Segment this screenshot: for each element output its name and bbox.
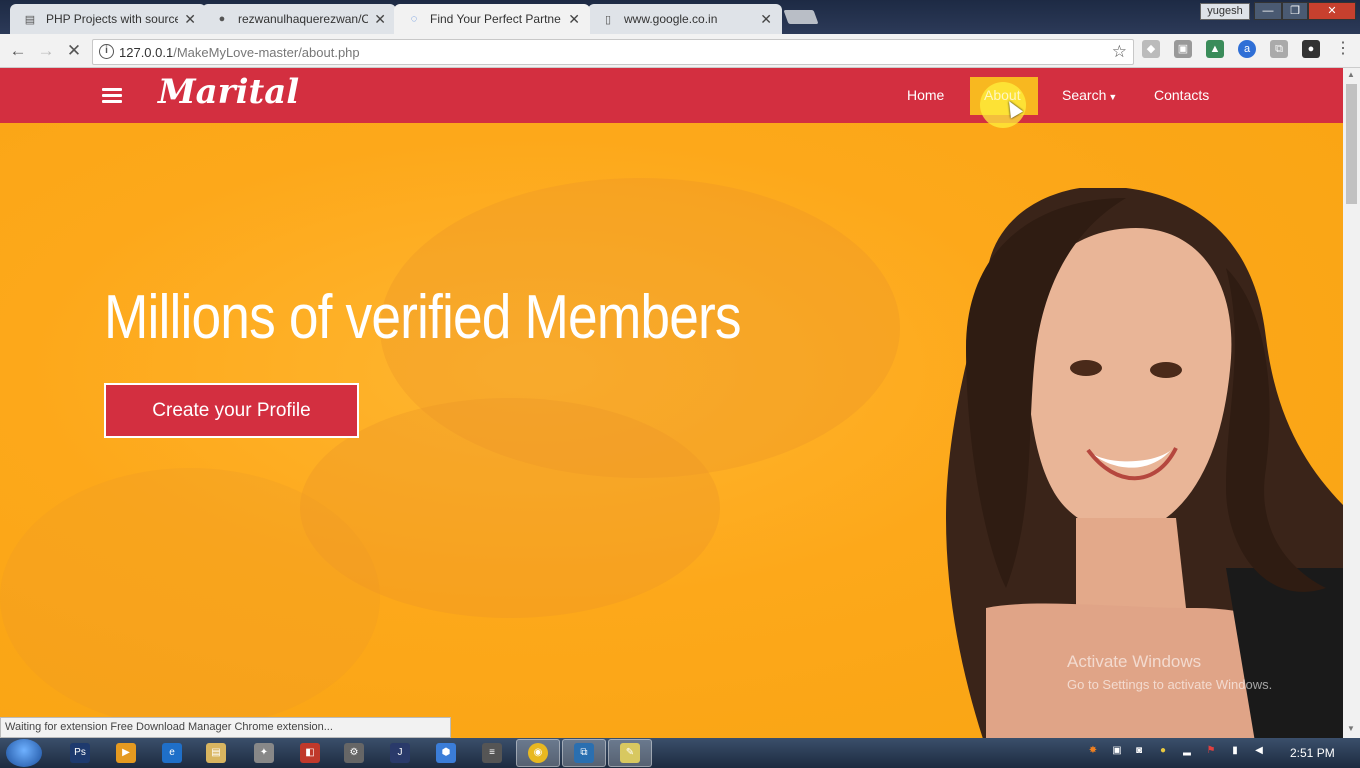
action-center-icon[interactable]: ⚑ — [1204, 744, 1218, 758]
app-icon[interactable]: ◧ — [300, 743, 320, 763]
app-icon[interactable]: J — [390, 743, 410, 763]
caret-down-icon: ▼ — [1108, 92, 1118, 102]
start-button[interactable] — [6, 739, 42, 767]
volume-icon[interactable]: ◀ — [1252, 744, 1266, 758]
tab-label: rezwanulhaquerezwan/C — [238, 12, 369, 26]
tab-label: www.google.co.in — [624, 12, 718, 26]
tab-github[interactable]: ● rezwanulhaquerezwan/C ✕ — [202, 4, 396, 34]
nav-contacts[interactable]: Contacts — [1154, 68, 1209, 123]
tray-icon[interactable]: ▣ — [1110, 744, 1124, 758]
app-icon[interactable]: ✦ — [254, 743, 274, 763]
back-icon[interactable]: ← — [6, 39, 30, 63]
tab-php-projects[interactable]: ▤ PHP Projects with source ✕ — [10, 4, 206, 34]
nav-home[interactable]: Home — [907, 68, 944, 123]
page-scrollbar[interactable]: ▲ ▼ — [1343, 68, 1360, 738]
site-navbar: Marital Home About Search ▼ Contacts — [0, 68, 1343, 128]
tab-label: Find Your Perfect Partne — [430, 12, 561, 26]
browser-titlebar: ▤ PHP Projects with source ✕ ● rezwanulh… — [0, 0, 1360, 34]
create-profile-button[interactable]: Create your Profile — [104, 383, 359, 438]
info-icon[interactable]: i — [99, 44, 114, 59]
windows-taskbar: Ps ▶ e ▤ ✦ ◧ ⚙ J ⬢ ≡ ◉ ⧉ ✎ ✸ ▣ ◙ ● ▂ ⚑ ▮… — [0, 738, 1360, 768]
nav-search-label: Search — [1062, 87, 1107, 103]
activate-windows-subtitle: Go to Settings to activate Windows. — [1067, 677, 1273, 692]
network-icon[interactable]: ▂ — [1180, 744, 1194, 758]
scroll-down-icon[interactable]: ▼ — [1347, 724, 1355, 733]
extension-icon[interactable]: ▲ — [1206, 40, 1224, 58]
tray-icon[interactable]: ✸ — [1086, 744, 1100, 758]
close-icon[interactable]: ✕ — [760, 11, 772, 28]
maximize-button[interactable]: ❐ — [1282, 2, 1308, 20]
extension-icon[interactable]: a — [1238, 40, 1256, 58]
window-close-button[interactable]: ✕ — [1308, 2, 1356, 20]
url-path: /MakeMyLove-master/about.php — [173, 45, 360, 60]
photoshop-icon[interactable]: Ps — [70, 743, 90, 763]
media-player-icon[interactable]: ▶ — [116, 743, 136, 763]
internet-explorer-icon[interactable]: e — [162, 743, 182, 763]
url-text: 127.0.0.1/MakeMyLove-master/about.php — [119, 45, 360, 60]
loading-spinner-icon: ◌ — [410, 13, 418, 25]
file-explorer-icon[interactable]: ▤ — [206, 743, 226, 763]
extension-icon[interactable]: ▣ — [1174, 40, 1192, 58]
extension-icon[interactable]: ◆ — [1142, 40, 1160, 58]
scroll-thumb[interactable] — [1346, 84, 1357, 204]
tab-find-partner[interactable]: ◌ Find Your Perfect Partne ✕ — [394, 4, 590, 34]
bookmark-star-icon[interactable]: ☆ — [1112, 42, 1127, 62]
webpage: Marital Home About Search ▼ Contacts Mill… — [0, 68, 1343, 738]
tray-icon[interactable]: ◙ — [1132, 744, 1146, 758]
close-icon[interactable]: ✕ — [374, 11, 386, 28]
app-icon[interactable]: ⚙ — [344, 743, 364, 763]
close-icon[interactable]: ✕ — [568, 11, 580, 28]
extension-icon[interactable]: ● — [1302, 40, 1320, 58]
close-icon[interactable]: ✕ — [184, 11, 196, 28]
minimize-button[interactable]: — — [1254, 2, 1282, 20]
stop-icon[interactable]: ✕ — [62, 39, 86, 63]
new-tab-button[interactable] — [783, 10, 819, 24]
page-icon: ▤ — [24, 13, 36, 26]
battery-icon[interactable]: ▮ — [1228, 744, 1242, 758]
extension-icon[interactable]: ⧉ — [1270, 40, 1288, 58]
hero-headline: Millions of verified Members — [104, 283, 742, 352]
menu-icon[interactable]: ⋮ — [1334, 40, 1352, 58]
forward-icon[interactable]: → — [34, 39, 58, 63]
tray-icon[interactable]: ● — [1156, 744, 1170, 758]
activate-windows-title: Activate Windows — [1067, 652, 1202, 671]
github-icon: ● — [218, 13, 226, 25]
url-host: 127.0.0.1 — [119, 45, 174, 60]
profile-button[interactable]: yugesh — [1200, 3, 1250, 20]
scroll-up-icon[interactable]: ▲ — [1347, 70, 1355, 79]
address-bar[interactable]: i 127.0.0.1/MakeMyLove-master/about.php … — [92, 39, 1134, 65]
tab-google[interactable]: ▯ www.google.co.in ✕ — [588, 4, 782, 34]
status-bar: Waiting for extension Free Download Mana… — [0, 717, 451, 738]
app-icon[interactable]: ⧉ — [574, 743, 594, 763]
app-icon[interactable]: ⬢ — [436, 743, 456, 763]
site-logo[interactable]: Marital — [158, 72, 299, 112]
tab-label: PHP Projects with source — [46, 12, 179, 26]
notepad-icon[interactable]: ✎ — [620, 743, 640, 763]
nav-search[interactable]: Search ▼ — [1062, 68, 1117, 123]
system-clock[interactable]: 2:51 PM — [1290, 746, 1335, 760]
page-icon: ▯ — [604, 13, 612, 26]
chrome-icon[interactable]: ◉ — [528, 743, 548, 763]
background-hand-image — [0, 468, 380, 728]
app-icon[interactable]: ≡ — [482, 743, 502, 763]
hamburger-menu-icon[interactable] — [102, 88, 122, 104]
